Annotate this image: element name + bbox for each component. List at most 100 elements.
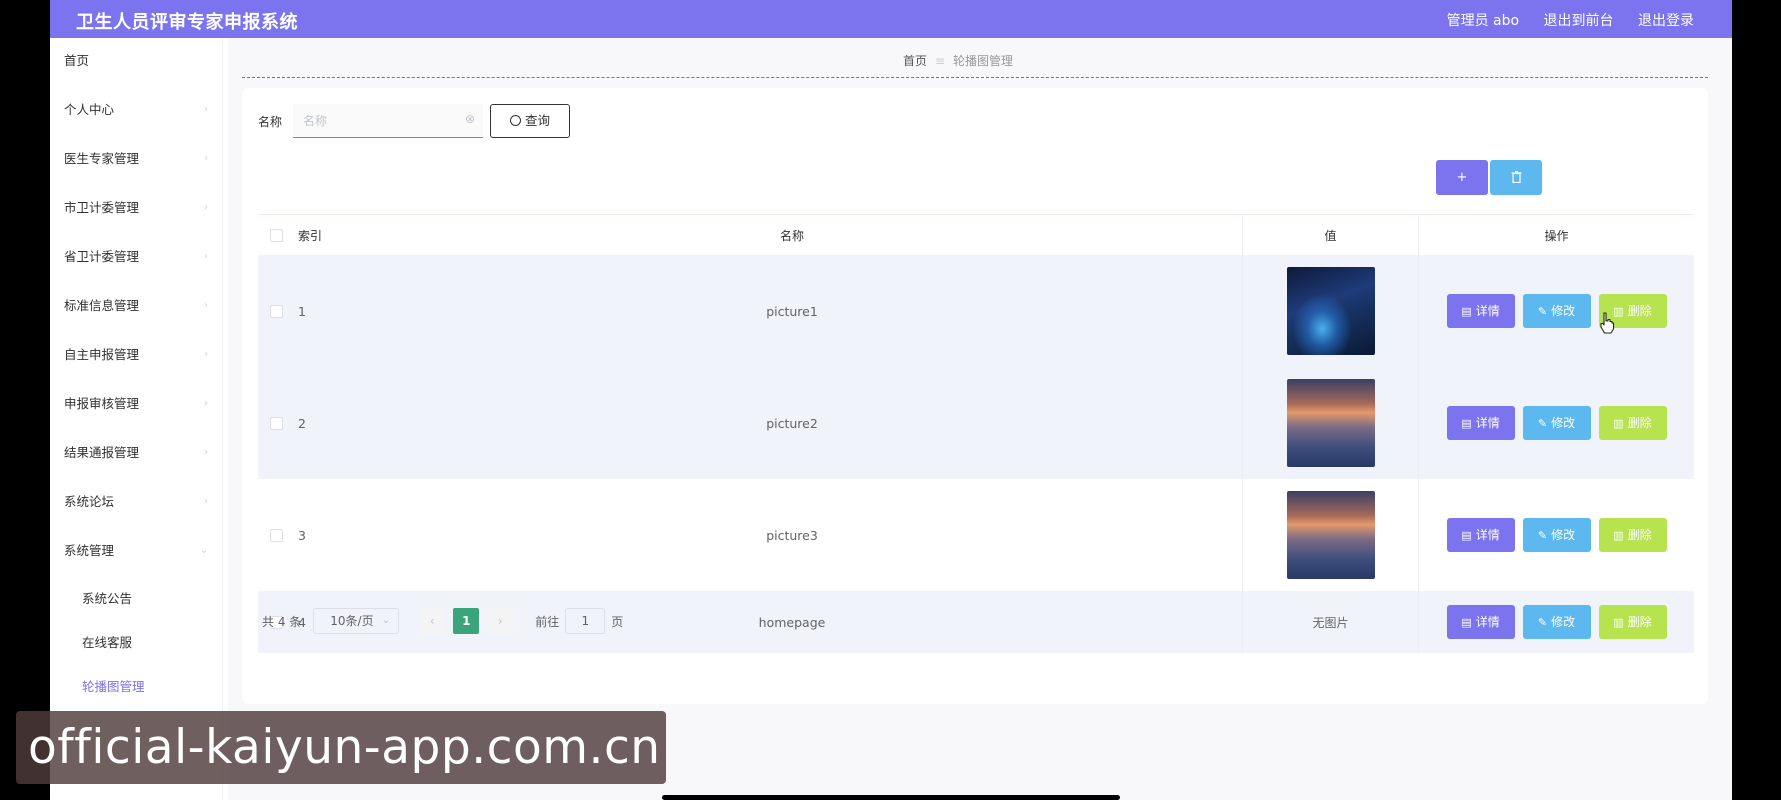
delete-button[interactable]: ▥ 删除 bbox=[1598, 518, 1667, 552]
row-ops-cell: ▤ 详情 ✎ 修改 ▥ 删除 bbox=[1418, 479, 1694, 591]
edit-button[interactable]: ✎ 修改 bbox=[1522, 294, 1591, 328]
select-all-checkbox[interactable] bbox=[269, 228, 283, 242]
pencil-icon: ✎ bbox=[1537, 417, 1548, 430]
row-checkbox[interactable] bbox=[269, 528, 283, 542]
goto-page-input[interactable]: 1 bbox=[565, 608, 606, 634]
sidebar-item-city-commission[interactable]: 市卫计委管理 › bbox=[50, 185, 222, 234]
row-value-cell bbox=[1242, 367, 1418, 479]
trash-icon: ▥ bbox=[1613, 417, 1624, 430]
sidebar-subitem-online-service[interactable]: 在线客服 bbox=[50, 621, 222, 665]
query-button-label: 查询 bbox=[524, 113, 550, 128]
table-row: 3 picture3 ▤ 详情 ✎ 修改 ▥ 删除 bbox=[258, 479, 1694, 591]
pagination-total: 共 4 条 bbox=[262, 614, 302, 629]
sidebar-item-result-notice[interactable]: 结果通报管理 › bbox=[50, 430, 222, 479]
delete-button[interactable]: ▥ 删除 bbox=[1598, 605, 1667, 639]
delete-button-label: 删除 bbox=[1627, 528, 1652, 542]
delete-button[interactable]: ▥ 删除 bbox=[1598, 406, 1667, 440]
content-card: 名称 ⊗ 查询 + bbox=[242, 88, 1708, 704]
goto-label: 前往 bbox=[535, 614, 560, 629]
sidebar-item-forum[interactable]: 系统论坛 › bbox=[50, 479, 222, 528]
sidebar-item-personal-center[interactable]: 个人中心 › bbox=[50, 87, 222, 136]
detail-button-label: 详情 bbox=[1475, 528, 1500, 542]
document-icon: ▤ bbox=[1461, 417, 1472, 430]
detail-button[interactable]: ▤ 详情 bbox=[1446, 518, 1515, 552]
sidebar-item-system-management[interactable]: 系统管理 ⌄ bbox=[50, 528, 222, 577]
table-row: 2 picture2 ▤ 详情 ✎ 修改 ▥ 删除 bbox=[258, 367, 1694, 479]
breadcrumb-separator: ≡ bbox=[934, 54, 946, 68]
sidebar-item-province-commission[interactable]: 省卫计委管理 › bbox=[50, 234, 222, 283]
detail-button-label: 详情 bbox=[1475, 615, 1500, 629]
edit-button-label: 修改 bbox=[1551, 528, 1576, 542]
trash-icon: ▥ bbox=[1613, 616, 1624, 629]
sidebar-subitem-announcements[interactable]: 系统公告 bbox=[50, 577, 222, 621]
carousel-image-thumbnail[interactable] bbox=[1286, 491, 1375, 579]
sidebar-item-label: 结果通报管理 bbox=[64, 445, 140, 460]
edit-button[interactable]: ✎ 修改 bbox=[1522, 605, 1591, 639]
pagination: 共 4 条 10条/页 ⌄ ‹ 1 › 前往 1 页 bbox=[262, 608, 623, 634]
detail-button[interactable]: ▤ 详情 bbox=[1446, 294, 1515, 328]
sidebar-item-label: 自主申报管理 bbox=[64, 347, 140, 362]
search-icon bbox=[509, 115, 521, 126]
back-to-front-link[interactable]: 退出到前台 bbox=[1544, 13, 1614, 29]
carousel-image-thumbnail[interactable] bbox=[1286, 379, 1375, 467]
edit-button-label: 修改 bbox=[1551, 615, 1576, 629]
sidebar-item-label: 系统管理 bbox=[64, 543, 115, 558]
batch-delete-button[interactable] bbox=[1490, 160, 1542, 195]
hand-cursor-icon bbox=[1600, 312, 1615, 334]
page-number-button[interactable]: 1 bbox=[453, 608, 480, 634]
detail-button[interactable]: ▤ 详情 bbox=[1446, 605, 1515, 639]
sidebar-item-doctor-experts[interactable]: 医生专家管理 › bbox=[50, 136, 222, 185]
trash-icon bbox=[1511, 171, 1521, 184]
sidebar-item-standard-info[interactable]: 标准信息管理 › bbox=[50, 283, 222, 332]
top-header: 卫生人员评审专家申报系统 管理员 abo 退出到前台 退出登录 bbox=[50, 0, 1732, 38]
sidebar-subitem-carousel[interactable]: 轮播图管理 bbox=[50, 665, 222, 709]
header-value: 值 bbox=[1242, 215, 1418, 255]
row-checkbox[interactable] bbox=[269, 416, 283, 430]
chevron-right-icon: › bbox=[204, 398, 208, 409]
next-page-button[interactable]: › bbox=[487, 608, 514, 634]
row-name: picture3 bbox=[766, 527, 818, 543]
sidebar: 首页 个人中心 › 医生专家管理 › 市卫计委管理 › 省卫计委管理 › 标准信… bbox=[50, 38, 223, 800]
carousel-image-thumbnail[interactable] bbox=[1286, 267, 1375, 355]
pencil-icon: ✎ bbox=[1537, 305, 1548, 318]
logout-link[interactable]: 退出登录 bbox=[1638, 13, 1694, 29]
sidebar-item-label: 市卫计委管理 bbox=[64, 200, 140, 215]
chevron-right-icon: › bbox=[204, 202, 208, 213]
row-name: picture1 bbox=[766, 303, 818, 319]
sidebar-item-application-review[interactable]: 申报审核管理 › bbox=[50, 381, 222, 430]
edit-button[interactable]: ✎ 修改 bbox=[1522, 406, 1591, 440]
header-name: 名称 bbox=[779, 228, 804, 243]
delete-button-label: 删除 bbox=[1627, 416, 1652, 430]
header-checkbox-cell bbox=[258, 215, 294, 255]
pencil-icon: ✎ bbox=[1537, 616, 1548, 629]
edit-button-label: 修改 bbox=[1551, 304, 1576, 318]
prev-page-button[interactable]: ‹ bbox=[419, 608, 446, 634]
data-table: 索引 名称 值 操作 1 picture1 ▤ 详情 ✎ 修改 ▥ 删除 2 p… bbox=[258, 214, 1694, 653]
row-checkbox[interactable] bbox=[269, 304, 283, 318]
page-size-select[interactable]: 10条/页 ⌄ bbox=[313, 608, 400, 634]
app-window: 卫生人员评审专家申报系统 管理员 abo 退出到前台 退出登录 首页 个人中心 … bbox=[50, 0, 1732, 800]
detail-button[interactable]: ▤ 详情 bbox=[1446, 406, 1515, 440]
breadcrumb-home[interactable]: 首页 bbox=[903, 54, 927, 68]
detail-button-label: 详情 bbox=[1475, 304, 1500, 318]
row-index: 1 bbox=[298, 303, 306, 319]
search-input[interactable] bbox=[293, 104, 455, 138]
row-ops-cell: ▤ 详情 ✎ 修改 ▥ 删除 bbox=[1418, 255, 1694, 367]
sidebar-item-self-application[interactable]: 自主申报管理 › bbox=[50, 332, 222, 381]
page-suffix: 页 bbox=[611, 614, 624, 629]
edit-button[interactable]: ✎ 修改 bbox=[1522, 518, 1591, 552]
sidebar-item-home[interactable]: 首页 bbox=[50, 38, 222, 87]
main-content: 首页 ≡ 轮播图管理 名称 ⊗ 查询 + bbox=[228, 38, 1732, 800]
pencil-icon: ✎ bbox=[1537, 529, 1548, 542]
delete-button-label: 删除 bbox=[1627, 615, 1652, 629]
add-button[interactable]: + bbox=[1436, 160, 1488, 195]
query-button[interactable]: 查询 bbox=[490, 104, 570, 138]
search-label: 名称 bbox=[258, 115, 283, 129]
row-checkbox-cell bbox=[258, 304, 294, 318]
document-icon: ▤ bbox=[1461, 529, 1472, 542]
page-size-value: 10条/页 bbox=[330, 614, 374, 628]
clear-icon[interactable]: ⊗ bbox=[465, 112, 475, 126]
chevron-right-icon: › bbox=[204, 251, 208, 262]
row-index: 3 bbox=[298, 527, 306, 543]
chevron-down-icon: ⌄ bbox=[199, 545, 208, 556]
